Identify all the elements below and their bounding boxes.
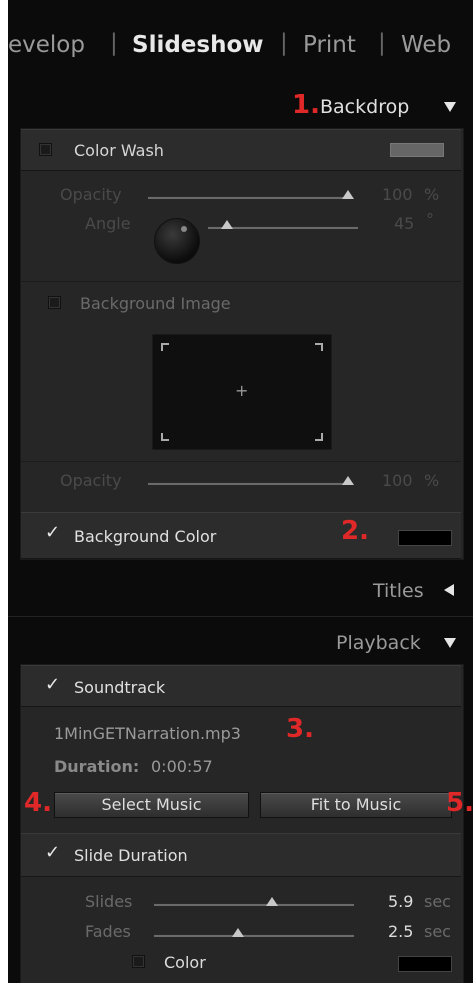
opacity-slider[interactable] (148, 476, 354, 494)
crop-corner-icon (161, 433, 169, 441)
module-separator: | (378, 30, 386, 56)
annotation-marker-2: 2. (341, 516, 369, 546)
color-swatch[interactable] (398, 956, 452, 972)
slider-track (148, 196, 348, 199)
slider-track (148, 482, 348, 485)
divider (8, 616, 473, 617)
collapse-arrow-icon[interactable] (444, 638, 456, 648)
select-music-button[interactable]: Select Music (54, 792, 249, 818)
backdrop-panel-header[interactable]: 1. Backdrop (8, 90, 473, 124)
soundtrack-filename: 1MinGETNarration.mp3 (54, 724, 241, 743)
checkmark-icon[interactable]: ✓ (45, 524, 60, 542)
angle-slider[interactable] (208, 220, 358, 238)
opacity-label: Opacity (60, 185, 122, 204)
duration-label: Duration: (54, 757, 140, 776)
backdrop-title: Backdrop (320, 96, 410, 118)
crop-corner-icon (161, 343, 169, 351)
annotation-marker-1: 1. (292, 90, 320, 120)
fades-label: Fades (85, 922, 131, 941)
color-wash-swatch[interactable] (390, 143, 444, 157)
background-image-drop-area[interactable]: + (152, 334, 332, 450)
slider-thumb[interactable] (342, 476, 354, 485)
opacity-unit: % (424, 185, 440, 204)
fit-to-music-button[interactable]: Fit to Music (260, 792, 452, 818)
collapse-arrow-icon[interactable] (444, 102, 456, 112)
opacity-unit: % (424, 471, 440, 490)
module-picker: evelop | Slideshow | Print | Web (8, 28, 473, 64)
slider-thumb[interactable] (220, 220, 233, 229)
slides-label: Slides (85, 892, 133, 911)
slider-track (154, 903, 354, 906)
slider-thumb[interactable] (232, 928, 244, 937)
opacity-label: Opacity (60, 471, 122, 490)
divider (21, 281, 461, 282)
dial-indicator-icon (181, 226, 187, 232)
checkmark-icon[interactable]: ✓ (45, 676, 60, 694)
opacity-value[interactable]: 100 (382, 185, 413, 204)
module-slideshow[interactable]: Slideshow (132, 32, 264, 58)
slide-duration-label: Slide Duration (74, 846, 188, 865)
titles-panel-header[interactable]: Titles (8, 574, 473, 608)
annotation-marker-4: 4. (24, 788, 52, 818)
opacity-slider[interactable] (148, 190, 354, 208)
slider-track (154, 934, 354, 937)
fades-value[interactable]: 2.5 (388, 922, 413, 941)
checkmark-icon[interactable]: ✓ (45, 844, 60, 862)
duration-value: 0:00:57 (151, 757, 213, 776)
background-image-checkbox[interactable] (48, 296, 61, 309)
angle-value[interactable]: 45 (394, 214, 414, 233)
slides-slider[interactable] (154, 897, 354, 915)
angle-unit: ° (426, 210, 434, 229)
fades-slider[interactable] (154, 928, 354, 946)
plus-icon: + (235, 381, 249, 400)
crop-corner-icon (315, 433, 323, 441)
slides-unit: sec (424, 892, 451, 911)
slider-thumb[interactable] (266, 897, 278, 906)
soundtrack-label: Soundtrack (74, 678, 166, 697)
color-label: Color (164, 953, 206, 972)
background-color-swatch[interactable] (398, 530, 452, 546)
module-web[interactable]: Web (401, 32, 451, 58)
playback-panel-header[interactable]: Playback (8, 626, 473, 660)
slideshow-right-panel: evelop | Slideshow | Print | Web 1. Back… (8, 0, 473, 983)
expand-arrow-icon[interactable] (444, 584, 454, 596)
background-color-label: Background Color (74, 527, 217, 546)
playback-title: Playback (336, 632, 421, 654)
angle-dial-knob[interactable] (154, 218, 200, 264)
slider-thumb[interactable] (342, 190, 354, 199)
module-print[interactable]: Print (303, 32, 356, 58)
annotation-marker-3: 3. (286, 714, 314, 744)
color-checkbox[interactable] (132, 955, 145, 968)
color-wash-label: Color Wash (74, 141, 164, 160)
titles-title: Titles (373, 580, 424, 602)
color-wash-checkbox[interactable] (39, 143, 52, 156)
module-separator: | (280, 30, 288, 56)
angle-label: Angle (85, 214, 131, 233)
annotation-marker-5: 5. (446, 788, 473, 818)
module-develop[interactable]: evelop (8, 32, 85, 58)
crop-corner-icon (315, 343, 323, 351)
divider (21, 461, 461, 462)
opacity-value[interactable]: 100 (382, 471, 413, 490)
fades-unit: sec (424, 922, 451, 941)
module-separator: | (110, 30, 118, 56)
background-image-label: Background Image (80, 294, 231, 313)
slides-value[interactable]: 5.9 (388, 892, 413, 911)
